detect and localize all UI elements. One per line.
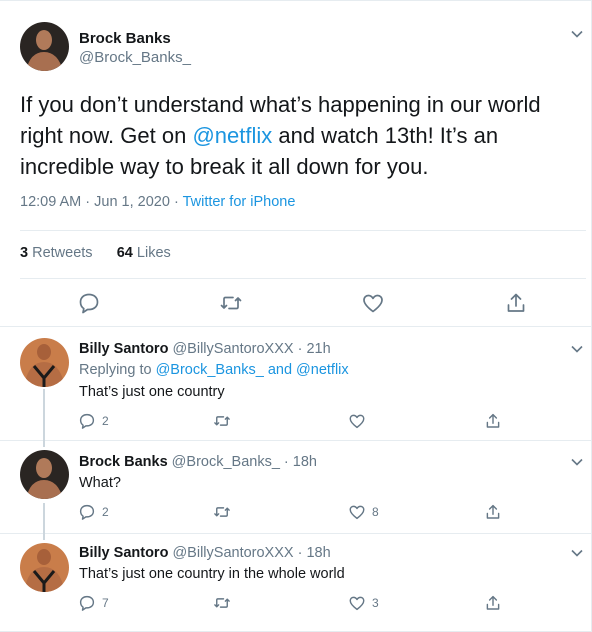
tweet-meta: 12:09 AM · Jun 1, 2020 · Twitter for iPh… xyxy=(20,194,295,210)
tweet-thread: Brock Banks @Brock_Banks_ If you don’t u… xyxy=(0,0,592,632)
retweets-label: Retweets xyxy=(28,245,93,261)
thread-line xyxy=(43,389,45,441)
tweet-text: If you don’t understand what’s happening… xyxy=(20,89,580,182)
reply-text: That’s just one country xyxy=(79,384,225,400)
retweet-action[interactable] xyxy=(213,503,237,521)
reply-count: 2 xyxy=(102,414,109,428)
replying-prefix: Replying to xyxy=(79,362,156,378)
reply-text: That’s just one country in the whole wor… xyxy=(79,566,345,582)
author-name[interactable]: Brock Banks xyxy=(79,454,168,470)
share-icon[interactable] xyxy=(504,291,528,315)
author-name[interactable]: Billy Santoro xyxy=(79,545,168,561)
reply-icon xyxy=(79,595,95,611)
reply-header: Brock Banks @Brock_Banks_ · 18h xyxy=(79,454,317,470)
retweets-count: 3 xyxy=(20,245,29,261)
retweet-icon xyxy=(214,416,230,426)
divider xyxy=(20,278,586,279)
retweet-action[interactable] xyxy=(213,412,237,430)
author-name[interactable]: Billy Santoro xyxy=(79,341,168,357)
tweet-stats: 3 Retweets 64 Likes xyxy=(20,245,171,261)
main-tweet: Brock Banks @Brock_Banks_ If you don’t u… xyxy=(0,1,592,327)
reply-icon[interactable] xyxy=(77,291,101,315)
heart-icon[interactable] xyxy=(361,291,385,315)
retweet-icon[interactable] xyxy=(219,291,243,315)
thread-line xyxy=(43,534,45,540)
chevron-down-icon[interactable] xyxy=(570,342,584,356)
likes-stat[interactable]: 64 Likes xyxy=(117,245,171,261)
author-handle-time[interactable]: @BillySantoroXXX · 18h xyxy=(168,545,330,561)
share-icon xyxy=(486,595,500,610)
retweet-action[interactable] xyxy=(213,594,237,612)
reply-tweet: Brock Banks @Brock_Banks_ · 18h What? 2 … xyxy=(0,441,592,534)
thread-line xyxy=(43,503,45,534)
avatar[interactable] xyxy=(20,338,69,387)
avatar[interactable] xyxy=(20,450,69,499)
retweet-icon xyxy=(214,598,230,608)
replying-to: Replying to @Brock_Banks_ and @netflix xyxy=(79,362,349,378)
reply-icon xyxy=(79,413,95,429)
like-count: 8 xyxy=(372,505,379,519)
reply-header: Billy Santoro @BillySantoroXXX · 18h xyxy=(79,545,331,561)
chevron-down-icon[interactable] xyxy=(570,27,584,41)
share-action[interactable] xyxy=(484,412,502,430)
chevron-down-icon[interactable] xyxy=(570,546,584,560)
replying-to-link[interactable]: @Brock_Banks_ and @netflix xyxy=(156,362,349,378)
chevron-down-icon[interactable] xyxy=(570,455,584,469)
share-icon xyxy=(486,504,500,519)
avatar[interactable] xyxy=(20,543,69,592)
like-count: 3 xyxy=(372,596,379,610)
retweets-stat[interactable]: 3 Retweets xyxy=(20,245,93,261)
heart-icon xyxy=(349,596,365,611)
reply-action[interactable]: 2 xyxy=(78,503,109,521)
reply-icon xyxy=(79,504,95,520)
likes-count: 64 xyxy=(116,245,133,261)
retweet-icon xyxy=(214,507,230,517)
reply-count: 2 xyxy=(102,505,109,519)
likes-label: Likes xyxy=(132,245,171,261)
reply-tweet: Billy Santoro @BillySantoroXXX · 18h Tha… xyxy=(0,534,592,632)
author-handle[interactable]: @Brock_Banks_ xyxy=(79,49,191,66)
source-link[interactable]: Twitter for iPhone xyxy=(183,194,296,210)
heart-icon xyxy=(349,505,365,520)
thread-line xyxy=(43,441,45,447)
reply-action[interactable]: 2 xyxy=(78,412,109,430)
avatar[interactable] xyxy=(20,22,69,71)
reply-tweet: Billy Santoro @BillySantoroXXX · 21h Rep… xyxy=(0,327,592,441)
share-action[interactable] xyxy=(484,503,502,521)
heart-icon xyxy=(349,414,365,429)
timestamp[interactable]: 12:09 AM · Jun 1, 2020 · xyxy=(20,194,183,210)
reply-count: 7 xyxy=(102,596,109,610)
mention-link[interactable]: @netflix xyxy=(192,123,272,148)
divider xyxy=(20,230,586,231)
author-name[interactable]: Brock Banks xyxy=(79,30,171,47)
author-handle-time[interactable]: @Brock_Banks_ · 18h xyxy=(168,454,317,470)
like-action[interactable]: 8 xyxy=(348,503,379,521)
reply-text: What? xyxy=(79,475,121,491)
share-action[interactable] xyxy=(484,594,502,612)
reply-header: Billy Santoro @BillySantoroXXX · 21h xyxy=(79,341,331,357)
author-handle-time[interactable]: @BillySantoroXXX · 21h xyxy=(168,341,330,357)
reply-action[interactable]: 7 xyxy=(78,594,109,612)
like-action[interactable] xyxy=(348,412,372,430)
share-icon xyxy=(486,413,500,428)
like-action[interactable]: 3 xyxy=(348,594,379,612)
